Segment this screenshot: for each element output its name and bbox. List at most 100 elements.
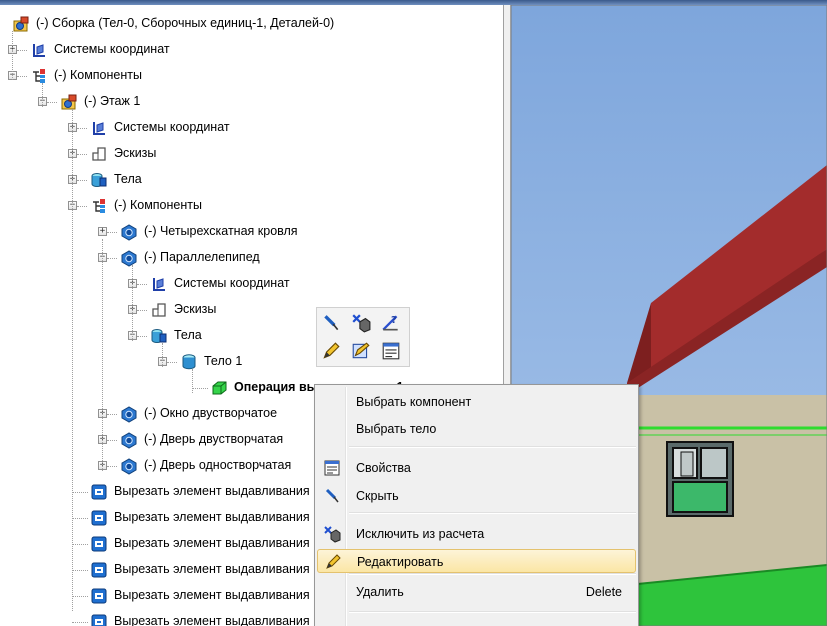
tree-connector <box>77 128 87 129</box>
tree-item-label: Тела <box>114 172 142 186</box>
menu-separator <box>349 611 636 613</box>
tree-item[interactable]: + Системы координат <box>0 115 503 141</box>
tree-item[interactable]: + Системы координат <box>0 37 503 63</box>
tree-guide-line <box>132 265 133 341</box>
tree-connector <box>72 622 88 623</box>
edit-sketch-tool-icon[interactable] <box>351 341 373 363</box>
tree-item-label: Вырезать элемент выдавливания <box>114 562 310 576</box>
tree-item[interactable]: + Тела <box>0 167 503 193</box>
pin-icon <box>323 487 341 505</box>
cut-extrude-icon <box>90 483 108 501</box>
menu-item-label: Удалить <box>356 585 404 599</box>
tree-connector <box>137 284 147 285</box>
tree-guide-line <box>12 31 13 80</box>
part-icon <box>120 431 138 449</box>
tree-connector <box>107 440 117 441</box>
tree-guide-line <box>192 369 193 393</box>
tree-connector <box>192 388 208 389</box>
menu-item[interactable]: Удалить Delete <box>317 580 636 604</box>
body-icon <box>180 353 198 371</box>
tree-connector <box>72 518 88 519</box>
cut-extrude-icon <box>90 613 108 626</box>
tree-item-label: Эскизы <box>174 302 217 316</box>
tree-item-label: Вырезать элемент выдавливания <box>114 536 310 550</box>
tree-item-label: (-) Четырехскатная кровля <box>144 224 298 238</box>
menu-separator <box>349 512 636 514</box>
tree-item-label: Вырезать элемент выдавливания <box>114 484 310 498</box>
tree-item-label: (-) Параллелепипед <box>144 250 260 264</box>
tree-item-label: Эскизы <box>114 146 157 160</box>
extrusion-cube-icon <box>210 379 228 397</box>
tree-connector <box>47 102 57 103</box>
tree-connector <box>107 232 117 233</box>
measure-tool-icon[interactable] <box>381 313 403 335</box>
tree-item[interactable]: + (-) Четырехскатная кровля <box>0 219 503 245</box>
tree-item-label: Системы координат <box>54 42 170 56</box>
tree-connector <box>107 258 117 259</box>
tree-connector <box>72 570 88 571</box>
tree-connector <box>77 206 87 207</box>
sketches-icon <box>90 145 108 163</box>
pin-tool-icon[interactable] <box>321 313 343 335</box>
menu-item-shortcut: Delete <box>585 585 622 599</box>
properties-tool-icon[interactable] <box>381 341 403 363</box>
tree-connector <box>107 414 117 415</box>
context-menu: Выбрать компонент Выбрать тело Свойства Скр… <box>314 384 639 626</box>
tree-item-label: (-) Этаж 1 <box>84 94 141 108</box>
tree-connector <box>167 362 177 363</box>
tree-item-label: (-) Дверь двустворчатая <box>144 432 284 446</box>
tree-item[interactable]: + Эскизы <box>0 297 503 323</box>
menu-item-label: Выбрать компонент <box>356 395 472 409</box>
tree-guide-line <box>102 239 103 471</box>
menu-item-label: Редактировать <box>357 555 444 569</box>
exclude-tool-icon[interactable] <box>351 313 373 335</box>
tree-connector <box>107 466 117 467</box>
tree-item[interactable]: − Тело 1 <box>0 349 503 375</box>
coordinate-systems-icon <box>30 41 48 59</box>
tree-item[interactable]: − Тела <box>0 323 503 349</box>
menu-item-label: Выбрать тело <box>356 422 437 436</box>
tree-item-label: Тела <box>174 328 202 342</box>
part-icon <box>120 223 138 241</box>
tree-connector <box>17 50 27 51</box>
menu-item[interactable]: Свойства <box>317 456 636 480</box>
tree-item[interactable]: + Системы координат <box>0 271 503 297</box>
mini-toolbar <box>316 307 410 367</box>
menu-separator <box>349 573 636 575</box>
tree-guide-line <box>42 83 43 107</box>
cut-extrude-icon <box>90 509 108 527</box>
menu-item[interactable]: Скрыть <box>317 484 636 508</box>
tree-item[interactable]: + Эскизы <box>0 141 503 167</box>
coordinate-systems-icon <box>90 119 108 137</box>
tree-item[interactable]: − (-) Компоненты <box>0 63 503 89</box>
tree-item-label: Вырезать элемент выдавливания <box>114 614 310 626</box>
components-icon <box>90 197 108 215</box>
tree-item[interactable]: − (-) Компоненты <box>0 193 503 219</box>
part-icon <box>120 405 138 423</box>
expand-icon[interactable]: + <box>98 227 107 236</box>
properties-icon <box>323 459 341 477</box>
tree-item-label: (-) Сборка (Тел-0, Сборочных единиц-1, Д… <box>36 16 335 30</box>
part-icon <box>120 457 138 475</box>
menu-item-label: Исключить из расчета <box>356 527 485 541</box>
menu-item[interactable]: Выбрать компонент <box>317 390 636 414</box>
tree-connector <box>72 544 88 545</box>
menu-item[interactable]: Исключить из расчета <box>317 522 636 546</box>
tree-connector <box>137 310 147 311</box>
tree-item[interactable]: − (-) Параллелепипед <box>0 245 503 271</box>
tree-guide-line <box>72 109 73 611</box>
tree-root-item[interactable]: (-) Сборка (Тел-0, Сборочных единиц-1, Д… <box>0 11 503 37</box>
cut-extrude-icon <box>90 535 108 553</box>
tree-item-label: Вырезать элемент выдавливания <box>114 510 310 524</box>
tree-item[interactable]: − (-) Этаж 1 <box>0 89 503 115</box>
menu-item[interactable]: Редактировать <box>317 549 636 573</box>
bodies-icon <box>90 171 108 189</box>
tree-item-label: (-) Компоненты <box>54 68 142 82</box>
tree-guide-line <box>162 343 163 367</box>
pencil-tool-icon[interactable] <box>321 341 343 363</box>
tree-connector <box>72 492 88 493</box>
menu-item-label: Скрыть <box>356 489 399 503</box>
bodies-icon <box>150 327 168 345</box>
menu-item[interactable]: Выбрать тело <box>317 417 636 441</box>
components-icon <box>30 67 48 85</box>
